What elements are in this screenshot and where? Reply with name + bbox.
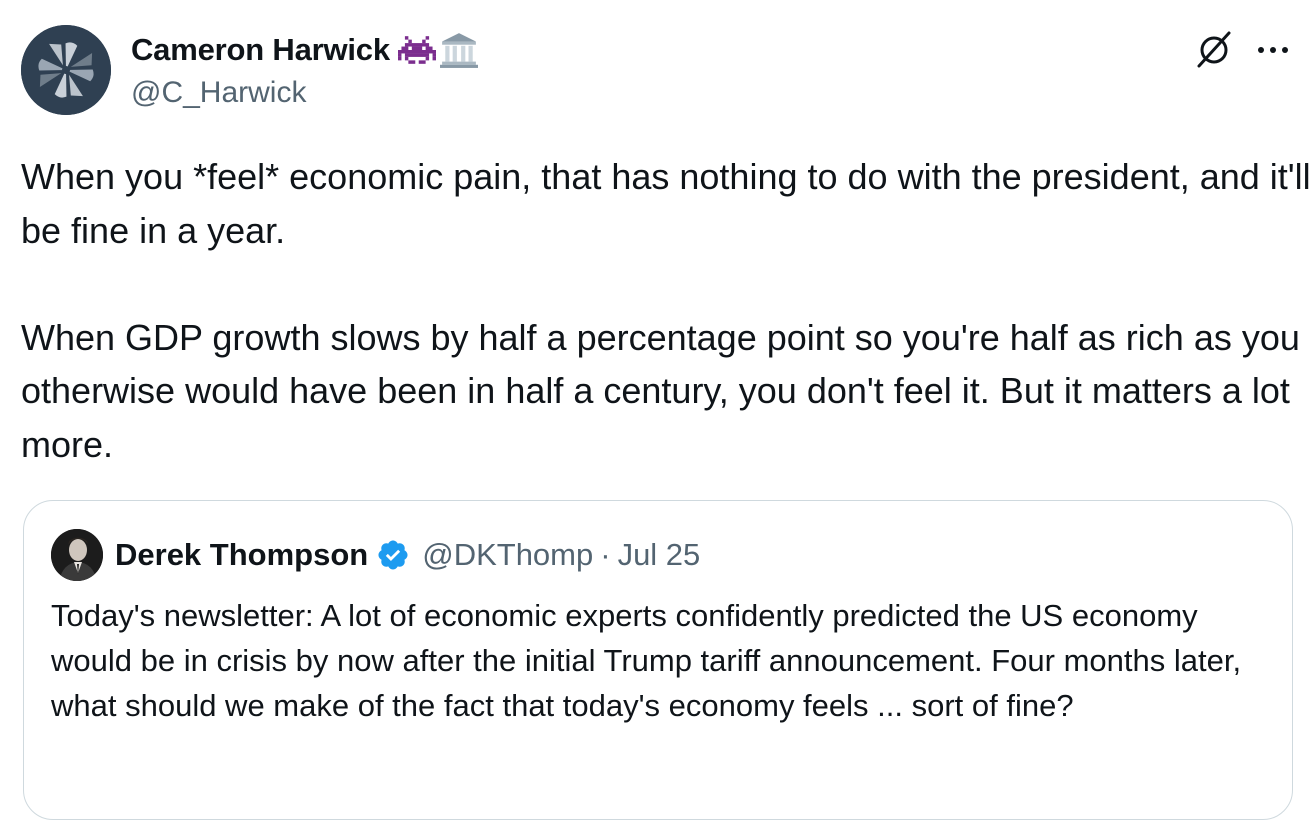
author-display-name[interactable]: Cameron Harwick bbox=[131, 32, 390, 68]
author-avatar[interactable] bbox=[21, 25, 111, 115]
quoted-tweet-card[interactable]: Derek Thompson @DKThomp · Jul 25 Today's… bbox=[23, 500, 1293, 820]
pinwheel-avatar-icon bbox=[21, 25, 111, 115]
quoted-tweet-text: Today's newsletter: A lot of economic ex… bbox=[51, 598, 1242, 723]
verified-badge-icon bbox=[376, 538, 410, 572]
quoted-author-display-name[interactable]: Derek Thompson bbox=[115, 537, 368, 573]
more-icon[interactable] bbox=[1255, 40, 1291, 60]
person-avatar-icon bbox=[51, 529, 103, 581]
author-name-row: Cameron Harwick bbox=[131, 30, 478, 70]
dot-separator: · bbox=[600, 537, 611, 572]
tweet-text: When you *feel* economic pain, that has … bbox=[21, 156, 1311, 465]
tweet: Cameron Harwick @C_Harwick When you *fee… bbox=[0, 0, 1315, 820]
quoted-author-row: Derek Thompson @DKThomp · Jul 25 bbox=[115, 535, 700, 575]
classical-building-emoji-icon bbox=[439, 32, 478, 68]
author-handle[interactable]: @C_Harwick bbox=[131, 76, 306, 110]
grok-icon[interactable] bbox=[1193, 28, 1235, 70]
quoted-tweet-date[interactable]: Jul 25 bbox=[618, 537, 701, 573]
quoted-author-avatar[interactable] bbox=[51, 529, 103, 581]
quoted-author-handle[interactable]: @DKThomp bbox=[422, 537, 593, 573]
space-invader-emoji-icon bbox=[397, 33, 436, 67]
